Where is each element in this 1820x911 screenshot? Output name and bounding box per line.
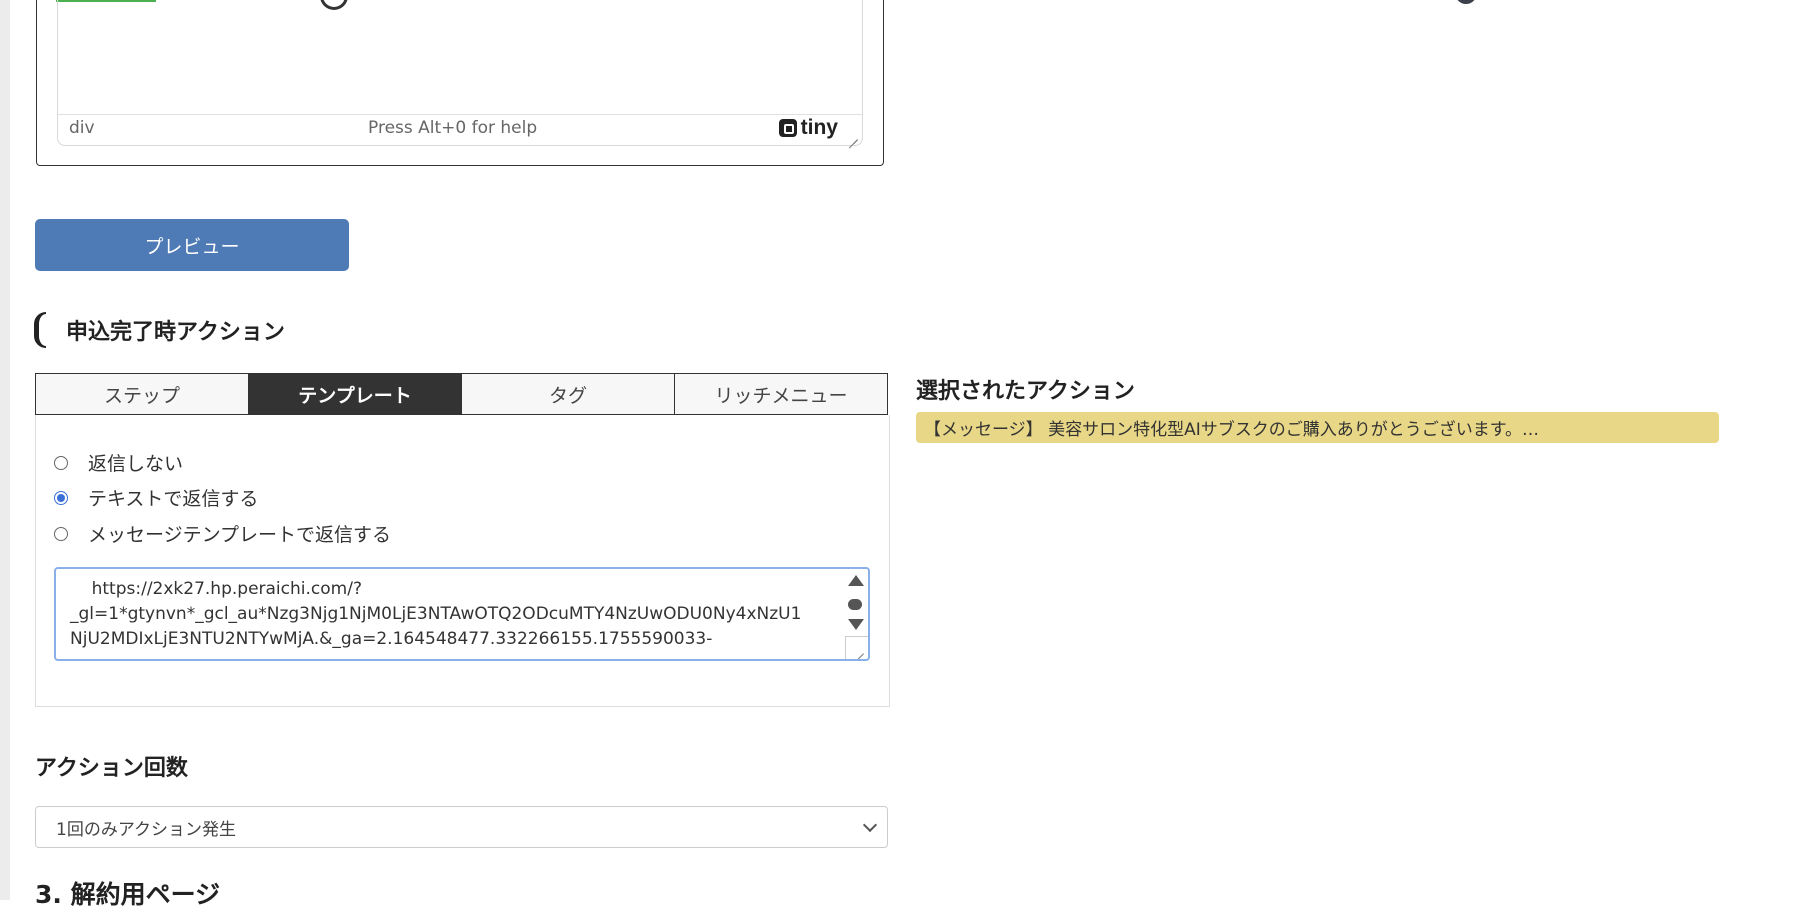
- tab-rich-menu[interactable]: リッチメニュー: [675, 374, 887, 414]
- reply-option-text[interactable]: テキストで返信する: [54, 484, 258, 511]
- tiny-brand-label: tiny: [800, 116, 838, 139]
- heading-bracket-icon: [34, 312, 46, 348]
- editor-statusbar: div Press Alt+0 for help tiny: [58, 114, 862, 144]
- reply-option-label: 返信しない: [88, 453, 184, 475]
- action-count-value: 1回のみアクション発生: [56, 819, 236, 840]
- message-editor-wrapper: div Press Alt+0 for help tiny: [36, 0, 884, 166]
- top-avatar-icon: [1456, 0, 1476, 4]
- editor-content-area[interactable]: [58, 0, 862, 115]
- tab-template[interactable]: テンプレート: [249, 374, 462, 414]
- reply-option-label: メッセージテンプレートで返信する: [88, 524, 392, 546]
- chevron-down-icon: [862, 817, 878, 833]
- radio-button-checked[interactable]: [54, 490, 68, 505]
- radio-button[interactable]: [54, 526, 68, 541]
- reply-option-none[interactable]: 返信しない: [54, 449, 183, 476]
- scroll-down-icon[interactable]: [848, 619, 864, 630]
- cancel-page-section-title: 3. 解約用ページ: [35, 880, 221, 909]
- scroll-up-icon[interactable]: [848, 575, 864, 586]
- section-heading: 申込完了時アクション: [34, 312, 285, 348]
- editor-resize-handle-icon[interactable]: [848, 130, 858, 140]
- action-count-label: アクション回数: [35, 756, 188, 781]
- reply-option-label: テキストで返信する: [88, 488, 259, 510]
- editor-help-hint: Press Alt+0 for help: [368, 118, 538, 138]
- selected-action-title: 選択されたアクション: [916, 379, 1135, 404]
- section-title: 申込完了時アクション: [66, 320, 285, 345]
- tiny-brand-link[interactable]: tiny: [778, 116, 838, 140]
- scroll-thumb[interactable]: [848, 599, 862, 610]
- tiny-logo-icon: [778, 119, 797, 137]
- editor-element-path[interactable]: div: [69, 118, 95, 138]
- page-left-gutter: [0, 0, 10, 900]
- template-tab-panel: 返信しない テキストで返信する メッセージテンプレートで返信する https:/…: [35, 415, 890, 707]
- preview-button[interactable]: プレビュー: [35, 219, 349, 271]
- radio-button[interactable]: [54, 455, 68, 470]
- tab-tag[interactable]: タグ: [462, 374, 675, 414]
- reply-option-template[interactable]: メッセージテンプレートで返信する: [54, 520, 391, 547]
- action-tabs: ステップ テンプレート タグ リッチメニュー: [35, 373, 888, 415]
- selected-action-badge: 【メッセージ】 美容サロン特化型AIサブスクのご購入ありがとうございます。…: [916, 412, 1719, 443]
- action-count-select[interactable]: 1回のみアクション発生: [35, 806, 888, 848]
- textarea-resize-handle-icon[interactable]: [845, 636, 868, 659]
- reply-text-content[interactable]: https://2xk27.hp.peraichi.com/? _gl=1*gt…: [70, 577, 828, 652]
- rich-text-editor: div Press Alt+0 for help tiny: [57, 0, 863, 146]
- tab-step[interactable]: ステップ: [36, 374, 249, 414]
- reply-text-field[interactable]: https://2xk27.hp.peraichi.com/? _gl=1*gt…: [54, 567, 870, 661]
